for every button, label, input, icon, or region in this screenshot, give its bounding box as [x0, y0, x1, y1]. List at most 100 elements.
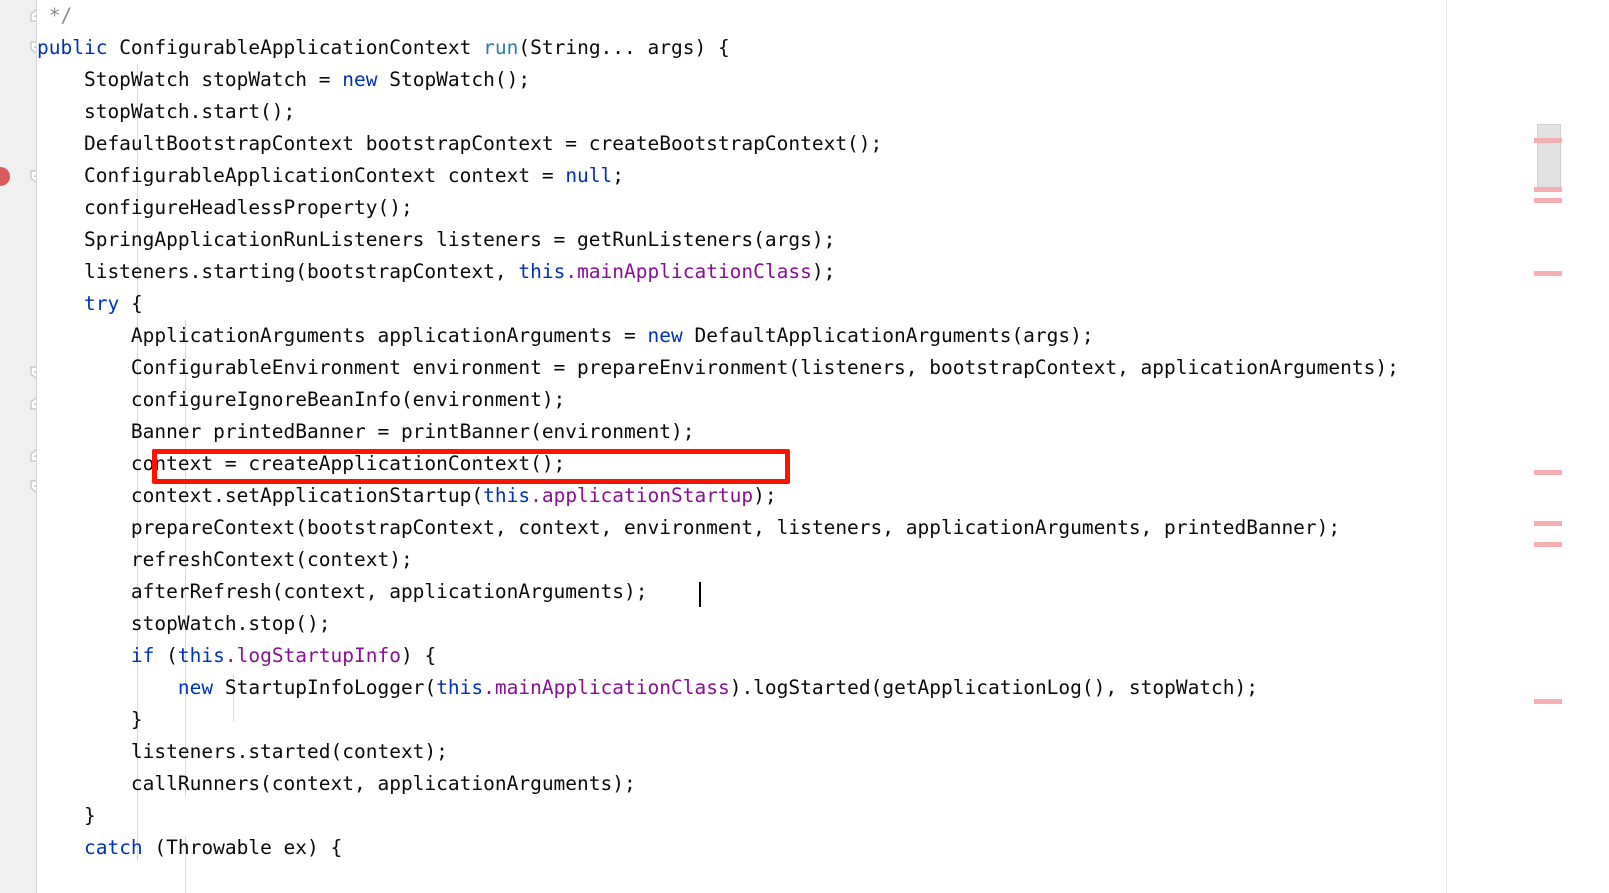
error-stripe-mark[interactable] — [1534, 470, 1562, 475]
code-token: public — [37, 36, 108, 59]
code-token: this — [483, 484, 531, 507]
code-editor: */ public ConfigurableApplicationContext … — [0, 0, 1609, 893]
scrollbar-thumb[interactable] — [1537, 124, 1561, 192]
code-line[interactable]: } — [37, 800, 1446, 832]
code-line[interactable]: listeners.starting(bootstrapContext, thi… — [37, 256, 1446, 288]
code-token: listeners.starting(bootstrapContext, — [37, 260, 519, 283]
code-token: ) { — [400, 644, 437, 667]
error-stripe-mark[interactable] — [1534, 271, 1562, 276]
code-token: ; — [612, 164, 625, 187]
code-line[interactable]: callRunners(context, applicationArgument… — [37, 768, 1446, 800]
code-token: (String... args) { — [518, 36, 730, 59]
code-token: null — [565, 164, 613, 187]
error-stripe-mark[interactable] — [1534, 521, 1562, 526]
code-line[interactable]: catch (Throwable ex) { — [37, 832, 1446, 864]
code-token: { — [119, 292, 143, 315]
code-line[interactable]: listeners.started(context); — [37, 736, 1446, 768]
breakpoint-icon[interactable] — [0, 167, 10, 186]
code-token: mainApplicationClass — [577, 260, 812, 283]
code-token: ConfigurableEnvironment environment = pr… — [37, 356, 1399, 379]
code-token: afterRefresh(context, applicationArgumen… — [37, 580, 648, 603]
code-line[interactable]: Banner printedBanner = printBanner(envir… — [37, 416, 1446, 448]
code-line[interactable]: configureHeadlessProperty(); — [37, 192, 1446, 224]
code-line[interactable]: public ConfigurableApplicationContext ru… — [37, 32, 1446, 64]
code-line[interactable]: SpringApplicationRunListeners listeners … — [37, 224, 1446, 256]
code-token: configureIgnoreBeanInfo(environment); — [37, 388, 566, 411]
code-token: ); — [753, 484, 777, 507]
code-line[interactable]: StopWatch stopWatch = new StopWatch(); — [37, 64, 1446, 96]
code-line[interactable]: DefaultBootstrapContext bootstrapContext… — [37, 128, 1446, 160]
code-token: */ — [37, 4, 73, 27]
error-stripe-mark[interactable] — [1534, 138, 1562, 143]
code-text-area[interactable]: */ public ConfigurableApplicationContext … — [37, 0, 1446, 893]
code-token: .applicationStartup — [530, 484, 754, 507]
code-line[interactable]: } — [37, 704, 1446, 736]
code-token: configureHeadlessProperty(); — [37, 196, 413, 219]
code-token: ); — [811, 260, 836, 283]
code-line[interactable]: afterRefresh(context, applicationArgumen… — [37, 576, 1446, 608]
error-stripe-mark[interactable] — [1534, 187, 1562, 192]
code-token: callRunners(context, applicationArgument… — [37, 772, 636, 795]
code-token: . — [565, 260, 578, 283]
code-token: stopWatch.start(); — [37, 100, 296, 123]
code-token: if — [130, 644, 155, 667]
error-stripe-mark[interactable] — [1534, 198, 1562, 203]
code-token: (Throwable ex) { — [142, 836, 343, 859]
code-line[interactable]: configureIgnoreBeanInfo(environment); — [37, 384, 1446, 416]
code-token: context = createApplicationContext(); — [37, 452, 566, 475]
code-token: ( — [154, 644, 178, 667]
code-token: DefaultBootstrapContext bootstrapContext… — [37, 132, 883, 155]
code-token: prepareContext(bootstrapContext, context… — [37, 516, 1341, 539]
code-token: ConfigurableApplicationContext — [107, 36, 484, 59]
code-token: this — [177, 644, 225, 667]
code-token: new — [177, 676, 214, 699]
code-line[interactable]: ConfigurableApplicationContext context =… — [37, 160, 1446, 192]
code-token: stopWatch.stop(); — [37, 612, 331, 635]
code-token: .logStartupInfo — [224, 644, 401, 667]
code-line[interactable]: stopWatch.stop(); — [37, 608, 1446, 640]
code-line[interactable]: try { — [37, 288, 1446, 320]
code-line[interactable]: ApplicationArguments applicationArgument… — [37, 320, 1446, 352]
code-token: ConfigurableApplicationContext context = — [37, 164, 566, 187]
code-token: SpringApplicationRunListeners listeners … — [37, 228, 836, 251]
code-token: this — [518, 260, 566, 283]
code-token: ApplicationArguments applicationArgument… — [37, 324, 648, 347]
editor-gutter[interactable] — [0, 0, 36, 893]
code-token: .mainApplicationClass — [483, 676, 730, 699]
code-token: new — [647, 324, 683, 347]
code-line[interactable]: context = createApplicationContext(); — [37, 448, 1446, 480]
code-token: } — [37, 708, 143, 731]
code-line[interactable]: prepareContext(bootstrapContext, context… — [37, 512, 1446, 544]
code-token: run — [483, 36, 519, 59]
error-stripe-mark[interactable] — [1534, 542, 1562, 547]
code-line[interactable]: new StartupInfoLogger(this.mainApplicati… — [37, 672, 1446, 704]
code-line[interactable]: refreshContext(context); — [37, 544, 1446, 576]
code-line[interactable]: */ — [37, 0, 1446, 32]
error-stripe-mark[interactable] — [1534, 699, 1562, 704]
code-token: ).logStarted(getApplicationLog(), stopWa… — [729, 676, 1259, 699]
code-token: StopWatch stopWatch = — [37, 68, 343, 91]
code-line[interactable]: stopWatch.start(); — [37, 96, 1446, 128]
code-token: DefaultApplicationArguments(args); — [682, 324, 1094, 347]
code-token: try — [83, 292, 120, 315]
code-token: new — [342, 68, 378, 91]
code-token: context.setApplicationStartup( — [37, 484, 484, 507]
code-token: } — [37, 804, 96, 827]
source-code[interactable]: */ public ConfigurableApplicationContext … — [37, 0, 1446, 864]
text-caret — [699, 582, 701, 607]
code-line[interactable]: ConfigurableEnvironment environment = pr… — [37, 352, 1446, 384]
scrollbar-track[interactable] — [1447, 0, 1609, 893]
code-token: catch — [83, 836, 143, 859]
code-token: this — [436, 676, 484, 699]
code-line[interactable]: if (this.logStartupInfo) { — [37, 640, 1446, 672]
code-token: listeners.started(context); — [37, 740, 448, 763]
code-token: refreshContext(context); — [37, 548, 413, 571]
code-token: Banner printedBanner = printBanner(envir… — [37, 420, 695, 443]
code-token: StartupInfoLogger( — [213, 676, 437, 699]
code-token: StopWatch(); — [377, 68, 531, 91]
code-line[interactable]: context.setApplicationStartup(this.appli… — [37, 480, 1446, 512]
